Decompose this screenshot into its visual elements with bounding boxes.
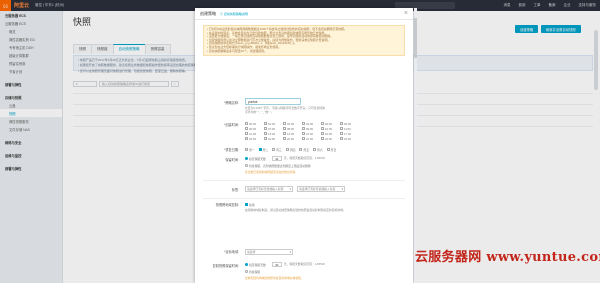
hour-checkbox[interactable]: 19:00 xyxy=(264,137,282,141)
weekday-checkbox[interactable]: 周二 xyxy=(258,148,268,152)
hour-checkbox[interactable]: 10:00 xyxy=(321,127,339,131)
hour-checkbox[interactable]: 13:00 xyxy=(264,132,282,136)
chevron-down-icon: ▾ xyxy=(289,187,291,191)
copy-retain-days-radio[interactable]: 指定保留天数 xyxy=(245,263,266,267)
weekday-checkbox-group: 周一 周二 周三 周四 周五 周六 周日 xyxy=(245,147,375,152)
hour-checkbox[interactable]: 00:00 xyxy=(245,122,263,126)
hour-checkbox[interactable]: 03:00 xyxy=(302,122,320,126)
dialog-title: 创建策略 xyxy=(200,10,216,16)
watermark-text: 云服务器网 www.yuntue.com xyxy=(415,250,600,265)
warning-line: • 自动快照策略最多可配置40个，请合理使用。 xyxy=(207,48,267,53)
hour-checkbox[interactable]: 12:00 xyxy=(245,132,263,136)
copy-retain-days-unit: 天，保留天数取值范围：1-65536 xyxy=(283,261,325,266)
retain-days-input[interactable]: 30 xyxy=(271,156,282,161)
hour-checkbox[interactable]: 07:00 xyxy=(264,127,282,131)
retain-days-unit: 天，保留天数取值范围：1-65536 xyxy=(283,155,325,160)
create-policy-dialog: 创建策略 ① 自动快照策略说明 × • 已对同1块设置的自动快照保留数量超过10… xyxy=(195,8,413,283)
create-time-label: *创建时间: xyxy=(224,123,239,127)
tag-label: 标签: xyxy=(231,188,239,192)
hour-checkbox[interactable]: 02:00 xyxy=(283,122,301,126)
chevron-down-icon: ▾ xyxy=(341,187,343,191)
tag-key-select[interactable]: 请选择已有标签键或输入新键 ▾ xyxy=(245,186,293,192)
cross-region-copy-hint: 启用跨地域复制后，通过自动快照策略创建的快照会自动复制到指定的目标地域。 xyxy=(245,208,346,212)
retain-days-radio[interactable]: 指定保留天数 xyxy=(245,157,266,161)
policy-name-hint: 长度为2-128个字符，不能以特殊字符及数字开头，只可包含特殊字符中的"."，"… xyxy=(245,106,325,114)
weekday-checkbox[interactable]: 周三 xyxy=(272,148,282,152)
hour-checkbox[interactable]: 17:00 xyxy=(340,132,358,136)
copy-retention-note: 复制到目标地域的快照将按目标地域价格收费。 xyxy=(245,276,304,280)
hour-checkbox[interactable]: 16:00 xyxy=(321,132,339,136)
copy-retain-forever-radio[interactable]: 持续保留 xyxy=(245,270,260,274)
dialog-scrollbar[interactable] xyxy=(414,8,417,283)
dialog-body: • 已对同1块设置的自动快照保留数量超过1000个将会停止继续创建新的自动快照，… xyxy=(195,20,413,283)
retention-note: 您当前已使用的快照额度请在控制台查看 xyxy=(245,170,296,174)
tag-value-select[interactable]: 请选择已有标签值或输入新值 ▾ xyxy=(297,186,345,192)
weekday-checkbox[interactable]: 周六 xyxy=(313,148,323,152)
hour-checkbox[interactable]: 09:00 xyxy=(302,127,320,131)
hour-checkbox[interactable]: 18:00 xyxy=(245,137,263,141)
hour-checkbox[interactable]: 08:00 xyxy=(283,127,301,131)
cross-region-copy-label: 快照跨地域复制: xyxy=(215,203,239,207)
retain-forever-radio[interactable]: 持续保留，直到快照数量达到额度上限后自动删除 xyxy=(245,164,311,168)
copy-retain-days-input[interactable]: 30 xyxy=(271,262,282,267)
copy-retention-label: 复制快照保留时间: xyxy=(212,264,239,268)
policy-help-link[interactable]: ① 自动快照策略说明 xyxy=(220,12,248,16)
target-region-label: *目标地域: xyxy=(224,250,239,254)
page-scrollbar[interactable] xyxy=(594,30,598,90)
policy-name-input[interactable]: yuntue xyxy=(245,98,301,105)
target-region-select[interactable]: 请选择 ▾ xyxy=(245,249,293,255)
hour-checkbox[interactable]: 21:00 xyxy=(302,137,320,141)
hour-checkbox[interactable]: 22:00 xyxy=(321,137,339,141)
chevron-down-icon: ▾ xyxy=(289,250,291,254)
weekday-checkbox[interactable]: 周一 xyxy=(245,148,255,152)
warning-box: • 已对同1块设置的自动快照保留数量超过1000个将会停止继续创建新的自动快照，… xyxy=(203,25,405,57)
repeat-days-label: *重复日期: xyxy=(224,148,239,152)
hour-checkbox[interactable]: 11:00 xyxy=(340,127,358,131)
hour-checkbox[interactable]: 06:00 xyxy=(245,127,263,131)
enable-copy-checkbox[interactable]: 启用 xyxy=(245,203,255,207)
weekday-checkbox[interactable]: 周日 xyxy=(326,148,336,152)
close-icon[interactable]: × xyxy=(404,10,408,18)
hour-checkbox[interactable]: 04:00 xyxy=(321,122,339,126)
retention-label: 保留时间: xyxy=(225,158,239,162)
hour-checkbox[interactable]: 05:00 xyxy=(340,122,358,126)
weekday-checkbox[interactable]: 周四 xyxy=(285,148,295,152)
hour-checkbox-grid: 00:00 01:00 02:00 03:00 04:00 05:00 06:00 07:00… xyxy=(245,121,363,141)
hour-checkbox[interactable]: 15:00 xyxy=(302,132,320,136)
hour-checkbox[interactable]: 01:00 xyxy=(264,122,282,126)
dialog-header: 创建策略 ① 自动快照策略说明 xyxy=(195,8,413,20)
hour-checkbox[interactable]: 20:00 xyxy=(283,137,301,141)
hour-checkbox[interactable]: 23:00 xyxy=(340,137,358,141)
weekday-checkbox[interactable]: 周五 xyxy=(299,148,309,152)
hour-checkbox[interactable]: 14:00 xyxy=(283,132,301,136)
policy-name-label: *策略名称: xyxy=(224,101,239,105)
